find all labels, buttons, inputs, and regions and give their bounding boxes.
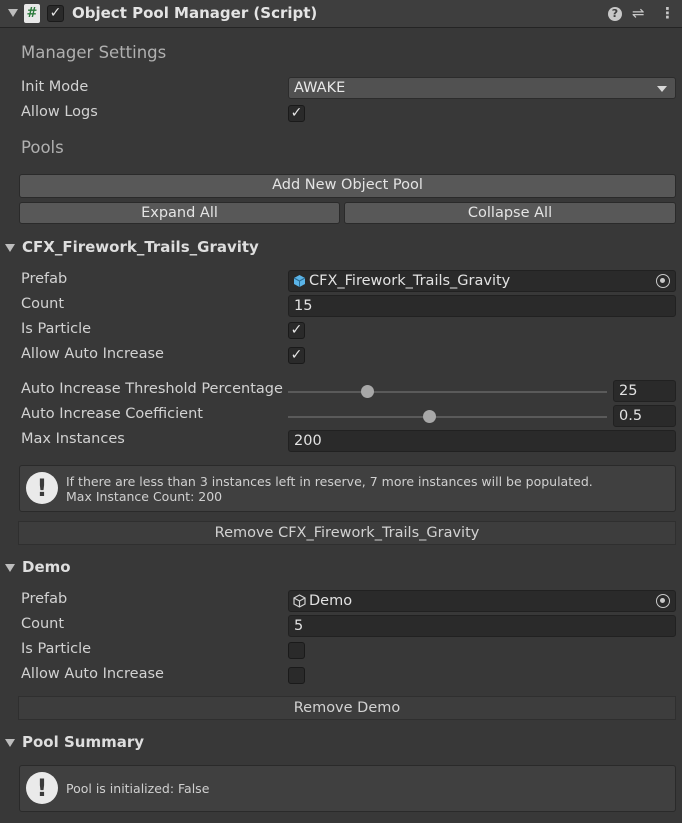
allow-logs-label: Allow Logs	[21, 104, 98, 120]
info-exclamation-icon: !	[26, 472, 58, 504]
pool-title: CFX_Firework_Trails_Gravity	[22, 238, 259, 256]
threshold-slider-thumb[interactable]	[361, 385, 375, 398]
auto-increase-label: Allow Auto Increase	[21, 346, 164, 362]
prefab-value: CFX_Firework_Trails_Gravity	[309, 273, 511, 289]
count-field[interactable]: 5	[288, 615, 676, 637]
coefficient-value-field[interactable]: 0.5	[613, 405, 676, 427]
is-particle-label: Is Particle	[21, 321, 92, 337]
prefab-object-field[interactable]: CFX_Firework_Trails_Gravity	[288, 270, 676, 292]
pool-foldout-cfx[interactable]: CFX_Firework_Trails_Gravity	[0, 238, 682, 256]
allow-logs-checkbox[interactable]: ✓	[288, 105, 305, 122]
component-enabled-checkbox[interactable]: ✓	[47, 5, 64, 22]
count-label: Count	[21, 616, 65, 632]
summary-text: Pool is initialized: False	[66, 781, 210, 796]
foldout-arrow-icon	[5, 739, 15, 747]
threshold-slider-track[interactable]	[288, 391, 607, 393]
info-exclamation-icon: !	[26, 772, 58, 804]
pool-foldout-demo[interactable]: Demo	[0, 558, 682, 576]
max-instances-field[interactable]: 200	[288, 430, 676, 452]
threshold-label: Auto Increase Threshold Percentage	[21, 381, 283, 397]
component-title: Object Pool Manager (Script)	[72, 4, 318, 22]
component-header: # ✓ Object Pool Manager (Script) ? ⇌ ⋮	[0, 0, 682, 28]
help-icon[interactable]: ?	[608, 7, 622, 21]
pool-info-helpbox: ! If there are less than 3 instances lef…	[19, 465, 676, 512]
object-picker-icon[interactable]	[656, 594, 670, 608]
pool-summary-title: Pool Summary	[22, 733, 145, 751]
prefab-cube-icon	[293, 274, 306, 288]
prefab-label: Prefab	[21, 271, 68, 287]
max-instances-label: Max Instances	[21, 431, 125, 447]
auto-increase-label: Allow Auto Increase	[21, 666, 164, 682]
helpbox-line-1: If there are less than 3 instances left …	[66, 474, 593, 489]
more-icon[interactable]: ⋮	[660, 4, 675, 22]
init-mode-value: AWAKE	[294, 80, 346, 96]
prefab-cube-outline-icon	[293, 594, 306, 608]
expand-all-button[interactable]: Expand All	[19, 202, 340, 224]
helpbox-line-2: Max Instance Count: 200	[66, 489, 223, 504]
is-particle-checkbox[interactable]	[288, 642, 305, 659]
preset-icon[interactable]: ⇌	[632, 4, 645, 22]
script-icon: #	[24, 4, 40, 23]
manager-settings-heading: Manager Settings	[21, 43, 167, 62]
pool-summary-helpbox: ! Pool is initialized: False	[19, 765, 676, 812]
coefficient-slider-track[interactable]	[288, 416, 607, 418]
pool-summary-foldout[interactable]: Pool Summary	[0, 733, 682, 751]
count-label: Count	[21, 296, 65, 312]
pools-heading: Pools	[21, 138, 64, 157]
prefab-object-field[interactable]: Demo	[288, 590, 676, 612]
prefab-value: Demo	[309, 593, 353, 609]
pool-title: Demo	[22, 558, 71, 576]
remove-pool-button-demo[interactable]: Remove Demo	[18, 696, 676, 720]
is-particle-label: Is Particle	[21, 641, 92, 657]
coefficient-slider-thumb[interactable]	[423, 410, 437, 423]
remove-pool-button-cfx[interactable]: Remove CFX_Firework_Trails_Gravity	[18, 521, 676, 545]
component-fold-icon[interactable]	[8, 9, 18, 17]
chevron-down-icon	[657, 86, 667, 92]
prefab-label: Prefab	[21, 591, 68, 607]
object-picker-icon[interactable]	[656, 274, 670, 288]
count-field[interactable]: 15	[288, 295, 676, 317]
is-particle-checkbox[interactable]: ✓	[288, 322, 305, 339]
init-mode-label: Init Mode	[21, 79, 89, 95]
coefficient-label: Auto Increase Coefficient	[21, 406, 203, 422]
auto-increase-checkbox[interactable]: ✓	[288, 347, 305, 364]
auto-increase-checkbox[interactable]	[288, 667, 305, 684]
add-pool-button[interactable]: Add New Object Pool	[19, 174, 676, 198]
foldout-arrow-icon	[5, 244, 15, 252]
collapse-all-button[interactable]: Collapse All	[344, 202, 676, 224]
threshold-value-field[interactable]: 25	[613, 380, 676, 402]
foldout-arrow-icon	[5, 564, 15, 572]
init-mode-dropdown[interactable]: AWAKE	[288, 77, 676, 99]
